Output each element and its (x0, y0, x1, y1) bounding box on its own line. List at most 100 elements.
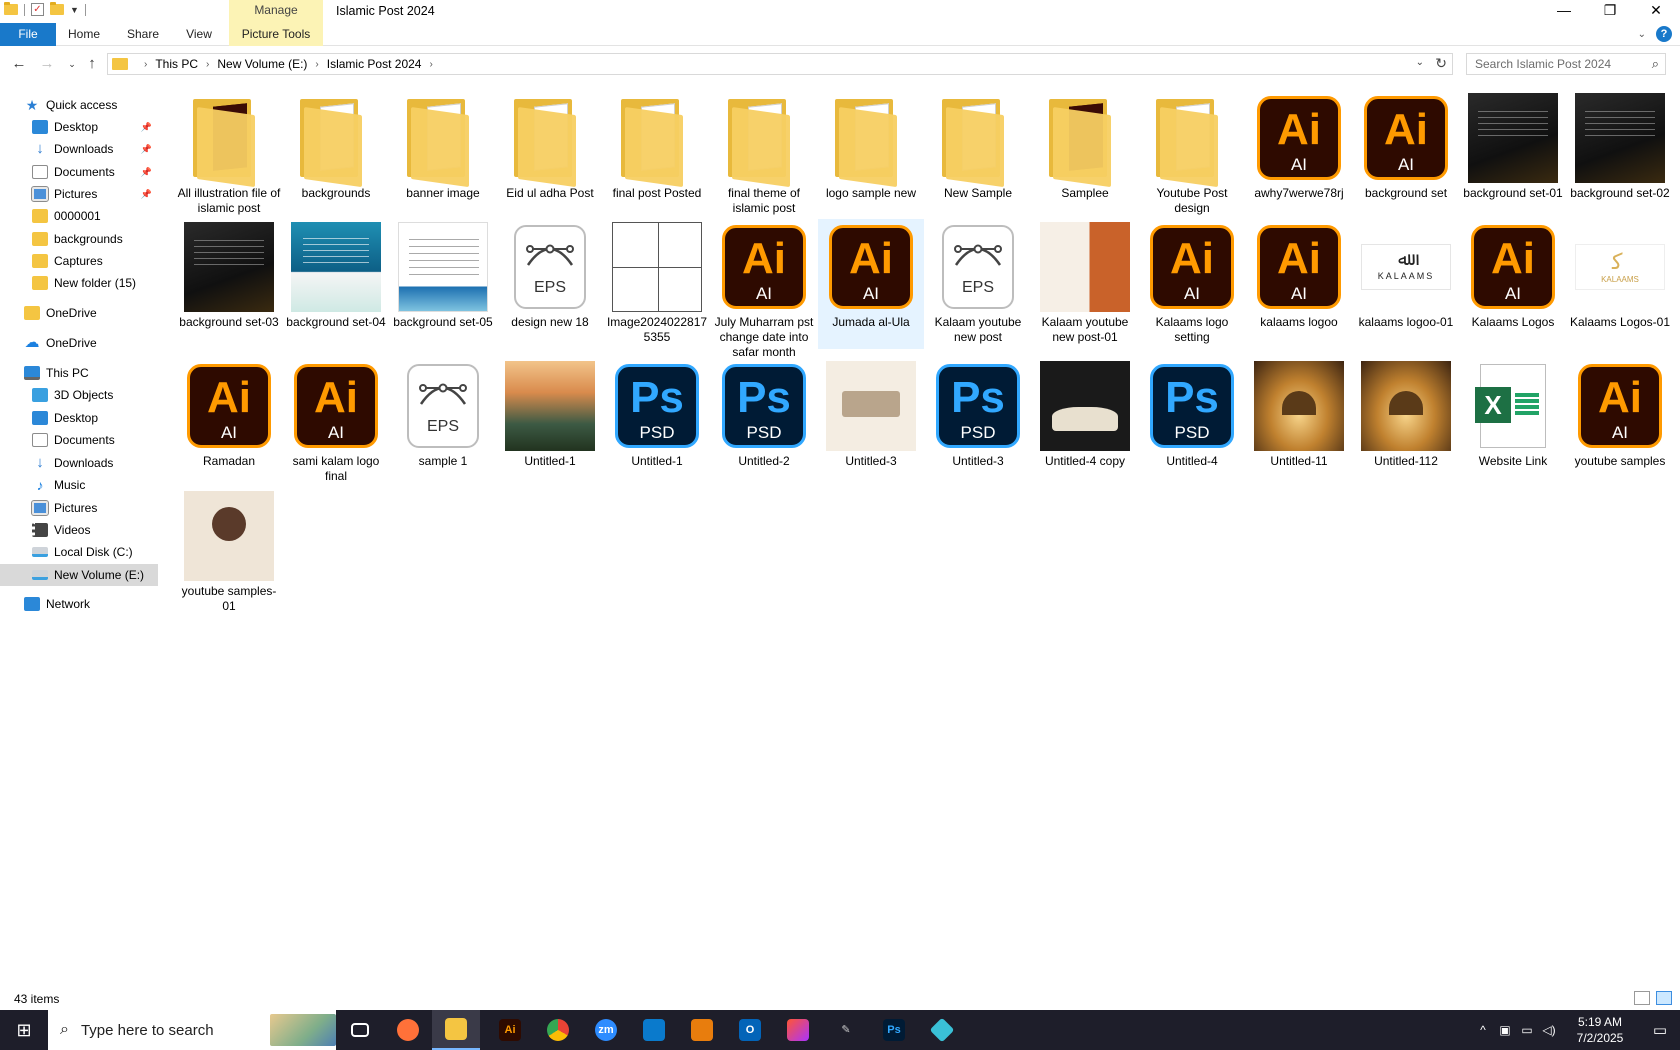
tab-share[interactable]: Share (121, 23, 165, 46)
file-item[interactable]: Ai AI Jumada al-Ula (818, 219, 924, 349)
minimize-button[interactable]: — (1541, 0, 1587, 23)
firefox-icon[interactable] (384, 1010, 432, 1050)
zoom-icon[interactable]: zm (582, 1010, 630, 1050)
file-item[interactable]: background set-01 (1460, 90, 1566, 220)
refresh-icon[interactable]: ↻ (1435, 55, 1447, 72)
file-item[interactable]: Ps PSD Untitled-2 (711, 358, 817, 488)
file-item[interactable]: Ai AI Kalaams Logos (1460, 219, 1566, 349)
sidebar-item[interactable]: Videos (0, 519, 158, 541)
pen-tool-icon[interactable]: ✎ (822, 1010, 870, 1050)
file-item[interactable]: Kalaam youtube new post-01 (1032, 219, 1138, 349)
file-item[interactable]: X Website Link (1460, 358, 1566, 488)
up-arrow-icon[interactable]: ↑ (82, 54, 102, 74)
close-button[interactable]: ✕ (1633, 0, 1679, 23)
file-item[interactable]: EPS design new 18 (497, 219, 603, 349)
sidebar-item[interactable]: Pictures (0, 497, 158, 519)
diamond-app-icon[interactable] (918, 1010, 966, 1050)
file-item[interactable]: background set-05 (390, 219, 496, 349)
blender-icon[interactable] (678, 1010, 726, 1050)
sidebar-item[interactable]: ♪ Music (0, 474, 158, 496)
illustrator-taskbar-icon[interactable]: Ai (486, 1010, 534, 1050)
file-item[interactable]: background set-03 (176, 219, 282, 349)
details-view-icon[interactable] (1634, 991, 1650, 1005)
folder-item[interactable]: Samplee (1032, 90, 1138, 220)
sidebar-item[interactable]: OneDrive (0, 302, 158, 324)
folder-item[interactable]: final theme of islamic post (711, 90, 817, 220)
sidebar-item[interactable]: ↓ Downloads (0, 452, 158, 474)
file-item[interactable]: Untitled-3 (818, 358, 924, 488)
sidebar-item[interactable]: New Volume (E:) (0, 564, 158, 586)
file-item[interactable]: Image2024022817 5355 (604, 219, 710, 349)
task-view-icon[interactable] (336, 1010, 384, 1050)
file-item[interactable]: Untitled-112 (1353, 358, 1459, 488)
clock[interactable]: 5:19 AM 7/2/2025 (1560, 1014, 1640, 1046)
sidebar-item[interactable]: Documents (0, 429, 158, 451)
maximize-button[interactable]: ❐ (1587, 0, 1633, 23)
file-item[interactable]: Ps PSD Untitled-4 (1139, 358, 1245, 488)
folder-item[interactable]: All illustration file of islamic post (176, 90, 282, 220)
sidebar-item[interactable]: backgrounds (0, 228, 158, 250)
photoshop-taskbar-icon[interactable]: Ps (870, 1010, 918, 1050)
file-item[interactable]: Ai AI background set (1353, 90, 1459, 220)
outlook-icon[interactable]: O (726, 1010, 774, 1050)
breadcrumb-islamic-post[interactable]: Islamic Post 2024 (327, 57, 422, 71)
file-item[interactable]: background set-02 (1567, 90, 1673, 220)
large-icons-view-icon[interactable] (1656, 991, 1672, 1005)
sidebar-item[interactable]: Local Disk (C:) (0, 541, 158, 563)
folder-item[interactable]: Youtube Post design (1139, 90, 1245, 220)
sidebar-item[interactable]: Desktop 📌 (0, 116, 158, 138)
sidebar-item[interactable]: ☁ OneDrive (0, 332, 158, 354)
sidebar-item[interactable]: Network (0, 593, 158, 615)
file-item[interactable]: background set-04 (283, 219, 389, 349)
sidebar-item[interactable]: Documents 📌 (0, 161, 158, 183)
file-item[interactable]: Ai AI July Muharram pst change date into s… (711, 219, 817, 359)
volume-icon[interactable]: ◁) (1538, 1023, 1560, 1037)
file-item[interactable]: EPS Kalaam youtube new post (925, 219, 1031, 349)
folder-item[interactable]: New Sample (925, 90, 1031, 220)
folder-item[interactable]: final post Posted (604, 90, 710, 220)
breadcrumb-this-pc[interactable]: This PC (155, 57, 198, 71)
taskbar-search[interactable]: ⌕ Type here to search (48, 1010, 336, 1050)
sidebar-item[interactable]: ★ Quick access (0, 94, 158, 116)
sidebar-item[interactable]: 0000001 (0, 205, 158, 227)
folder-item[interactable]: backgrounds (283, 90, 389, 220)
back-arrow-icon[interactable]: ← (9, 54, 29, 74)
forward-arrow-icon[interactable]: → (37, 54, 57, 74)
customize-toolbar-dropdown[interactable]: ▼ (70, 5, 79, 15)
sidebar-item[interactable]: 3D Objects (0, 384, 158, 406)
file-item[interactable]: Ai AI kalaams logoo (1246, 219, 1352, 349)
sidebar-item[interactable]: Pictures 📌 (0, 183, 158, 205)
sidebar-item[interactable]: This PC (0, 362, 158, 384)
help-icon[interactable]: ? (1656, 26, 1672, 42)
folder-item[interactable]: logo sample new (818, 90, 924, 220)
file-item[interactable]: EPS sample 1 (390, 358, 496, 488)
search-input[interactable]: Search Islamic Post 2024 ⌕ (1466, 53, 1666, 75)
vscode-icon[interactable] (630, 1010, 678, 1050)
tab-home[interactable]: Home (62, 23, 106, 46)
manage-tab[interactable]: Manage (229, 0, 323, 23)
file-item[interactable]: ﻛ KALAAMS Kalaams Logos-01 (1567, 219, 1673, 349)
file-item[interactable]: Ai AI awhy7werwe78rj (1246, 90, 1352, 220)
breadcrumb-new-volume[interactable]: New Volume (E:) (217, 57, 307, 71)
creative-cloud-icon[interactable] (774, 1010, 822, 1050)
properties-icon[interactable]: ✓ (31, 3, 44, 16)
folder-item[interactable]: Eid ul adha Post (497, 90, 603, 220)
file-item[interactable]: Ps PSD Untitled-1 (604, 358, 710, 488)
file-item[interactable]: Untitled-11 (1246, 358, 1352, 488)
file-item[interactable]: ﷲ KALAAMS kalaams logoo-01 (1353, 219, 1459, 349)
file-item[interactable]: youtube samples-01 (176, 488, 282, 618)
sidebar-item[interactable]: Captures (0, 250, 158, 272)
show-hidden-icons-icon[interactable]: ^ (1472, 1023, 1494, 1037)
meet-now-icon[interactable]: ▣ (1494, 1023, 1516, 1037)
sidebar-item[interactable]: New folder (15) (0, 272, 158, 294)
chrome-icon[interactable] (534, 1010, 582, 1050)
address-bar[interactable]: › This PC › New Volume (E:) › Islamic Po… (107, 53, 1453, 75)
recent-locations-icon[interactable]: ⌄ (62, 54, 82, 74)
address-dropdown-icon[interactable]: ⌄ (1416, 57, 1424, 68)
sidebar-item[interactable]: Desktop (0, 407, 158, 429)
windows-start-icon[interactable]: ⊞ (0, 1010, 48, 1050)
network-icon[interactable]: ▭ (1516, 1023, 1538, 1037)
tab-file[interactable]: File (0, 23, 56, 46)
new-folder-icon[interactable] (50, 2, 64, 15)
file-item[interactable]: Ai AI Ramadan (176, 358, 282, 488)
